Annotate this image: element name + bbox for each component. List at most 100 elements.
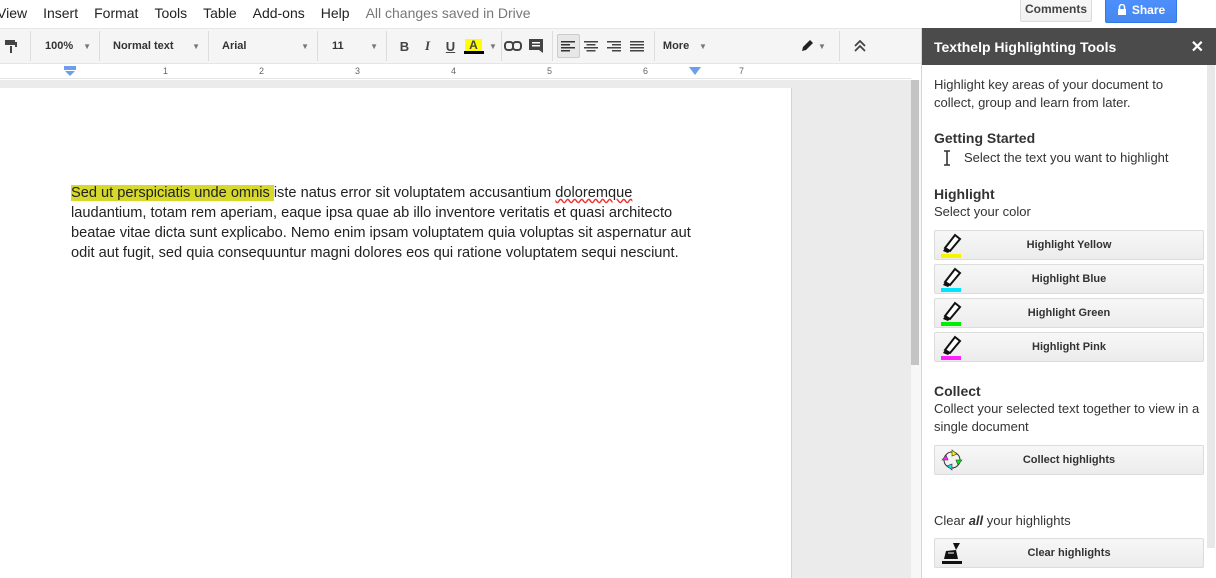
menu-view[interactable]: View — [0, 5, 35, 21]
collect-description: Collect your selected text together to v… — [934, 401, 1200, 434]
menu-table[interactable]: Table — [195, 5, 244, 21]
editing-mode-button[interactable]: ▼ — [795, 34, 831, 58]
collect-highlights-label: Collect highlights — [1022, 454, 1116, 466]
link-icon[interactable] — [502, 34, 525, 58]
instruction-text: Select the text you want to highlight — [964, 150, 1169, 165]
highlight-blue-button[interactable]: Highlight Blue — [934, 264, 1204, 294]
menu-insert[interactable]: Insert — [35, 5, 86, 21]
ruler-number: 6 — [643, 66, 649, 76]
clear-description: Clear all your highlights — [934, 512, 1204, 530]
highlight-pink-label: Highlight Pink — [1032, 341, 1106, 353]
comments-button[interactable]: Comments — [1020, 0, 1092, 22]
body-text[interactable]: laudantium, totam rem aperiam, eaque ips… — [71, 205, 691, 261]
highlight-subheading: Select your color — [934, 204, 1031, 219]
pencil-icon — [802, 40, 814, 51]
comment-icon[interactable] — [525, 34, 548, 58]
style-value: Normal text — [113, 40, 174, 52]
misspelled-word[interactable]: doloremque — [555, 185, 632, 201]
highlight-yellow-label: Highlight Yellow — [1026, 239, 1112, 251]
zoom-select[interactable]: 100% ▼ — [31, 28, 99, 64]
text-color-button[interactable]: A — [462, 34, 485, 58]
highlight-yellow-button[interactable]: Highlight Yellow — [934, 230, 1204, 260]
eraser-icon — [935, 538, 969, 568]
header-actions: Comments Share — [921, 0, 1216, 26]
font-size-select[interactable]: 11 ▼ — [318, 28, 386, 64]
getting-started-instruction: Select the text you want to highlight — [934, 149, 1204, 167]
paint-format-icon[interactable] — [0, 34, 22, 58]
highlighted-text[interactable]: Sed ut perspiciatis unde omnis — [71, 185, 274, 201]
clear-highlights-label: Clear highlights — [1027, 547, 1111, 559]
highlighter-pink-icon — [935, 332, 969, 362]
collapse-icon[interactable] — [848, 34, 871, 58]
chevron-down-icon: ▼ — [83, 41, 91, 51]
highlight-heading: Highlight — [934, 186, 995, 202]
toolbar-divider — [839, 31, 840, 61]
highlight-green-label: Highlight Green — [1027, 307, 1111, 319]
scrollbar-thumb[interactable] — [1207, 65, 1215, 548]
menu-format[interactable]: Format — [86, 5, 146, 21]
align-justify-icon[interactable] — [626, 34, 649, 58]
menu-bar: View Insert Format Tools Table Add-ons H… — [0, 0, 921, 26]
share-label: Share — [1131, 2, 1166, 17]
style-select[interactable]: Normal text ▼ — [100, 28, 208, 64]
font-value: Arial — [222, 40, 247, 52]
lock-icon — [1117, 4, 1126, 15]
highlight-blue-label: Highlight Blue — [1031, 273, 1107, 285]
getting-started-heading: Getting Started — [934, 130, 1036, 146]
ruler-number: 7 — [739, 66, 745, 76]
share-button[interactable]: Share — [1105, 0, 1177, 23]
clear-text: Clear — [934, 513, 969, 528]
align-right-icon[interactable] — [603, 34, 626, 58]
toolbar: 100% ▼ Normal text ▼ Arial ▼ 11 ▼ B I U A ▼ … — [0, 28, 921, 64]
bold-button[interactable]: B — [393, 34, 416, 58]
chevron-down-icon: ▼ — [699, 41, 707, 51]
align-center-icon[interactable] — [580, 34, 603, 58]
clear-text: your highlights — [983, 513, 1071, 528]
align-left-icon[interactable] — [556, 34, 580, 58]
toolbar-divider — [551, 31, 553, 61]
chevron-down-icon: ▼ — [192, 41, 200, 51]
chevron-down-icon[interactable]: ▼ — [489, 42, 497, 51]
close-icon[interactable]: ✕ — [1191, 37, 1204, 57]
clear-highlights-button[interactable]: Clear highlights — [934, 538, 1204, 568]
menu-help[interactable]: Help — [313, 5, 358, 21]
text-color-label: A — [465, 38, 482, 51]
menu-add-ons[interactable]: Add-ons — [245, 5, 313, 21]
menu-tools[interactable]: Tools — [146, 5, 195, 21]
sidebar-intro: Highlight key areas of your document to … — [934, 77, 1164, 110]
document-scrollbar[interactable] — [911, 80, 921, 578]
highlight-pink-button[interactable]: Highlight Pink — [934, 332, 1204, 362]
chevron-down-icon: ▼ — [370, 41, 378, 51]
text-cursor-icon — [944, 150, 950, 166]
ruler-number: 2 — [259, 66, 265, 76]
ruler-number: 5 — [547, 66, 553, 76]
chevron-down-icon: ▼ — [818, 41, 826, 51]
document-page[interactable]: Sed ut perspiciatis unde omnis iste natu… — [0, 88, 792, 578]
document-paragraph[interactable]: Sed ut perspiciatis unde omnis iste natu… — [71, 183, 711, 263]
ruler-number: 3 — [355, 66, 361, 76]
highlighter-yellow-icon — [935, 230, 969, 260]
font-size-value: 11 — [332, 40, 344, 52]
more-button[interactable]: More ▼ — [655, 28, 715, 64]
highlighter-green-icon — [935, 298, 969, 328]
clear-emphasis: all — [968, 513, 984, 528]
sidebar-content: Highlight key areas of your document to … — [934, 76, 1204, 572]
sidebar-title: Texthelp Highlighting Tools — [934, 38, 1117, 55]
toolbar-divider — [386, 31, 387, 61]
sidebar-header: Texthelp Highlighting Tools ✕ — [922, 28, 1216, 65]
right-indent-marker-icon[interactable] — [689, 67, 701, 75]
chevron-down-icon: ▼ — [301, 41, 309, 51]
italic-button[interactable]: I — [416, 34, 439, 58]
collect-highlights-button[interactable]: Collect highlights — [934, 445, 1204, 475]
ruler-number: 4 — [451, 66, 457, 76]
font-select[interactable]: Arial ▼ — [209, 28, 317, 64]
underline-button[interactable]: U — [439, 34, 462, 58]
zoom-value: 100% — [45, 40, 74, 52]
indent-marker-icon[interactable] — [64, 66, 76, 76]
scrollbar-thumb[interactable] — [911, 80, 919, 365]
sidebar-scrollbar[interactable] — [1206, 65, 1216, 578]
ruler-number: 1 — [163, 66, 169, 76]
body-text[interactable]: iste natus error sit voluptatem accusant… — [274, 185, 555, 201]
highlight-green-button[interactable]: Highlight Green — [934, 298, 1204, 328]
ruler: 1 2 3 4 5 6 7 — [0, 65, 911, 79]
